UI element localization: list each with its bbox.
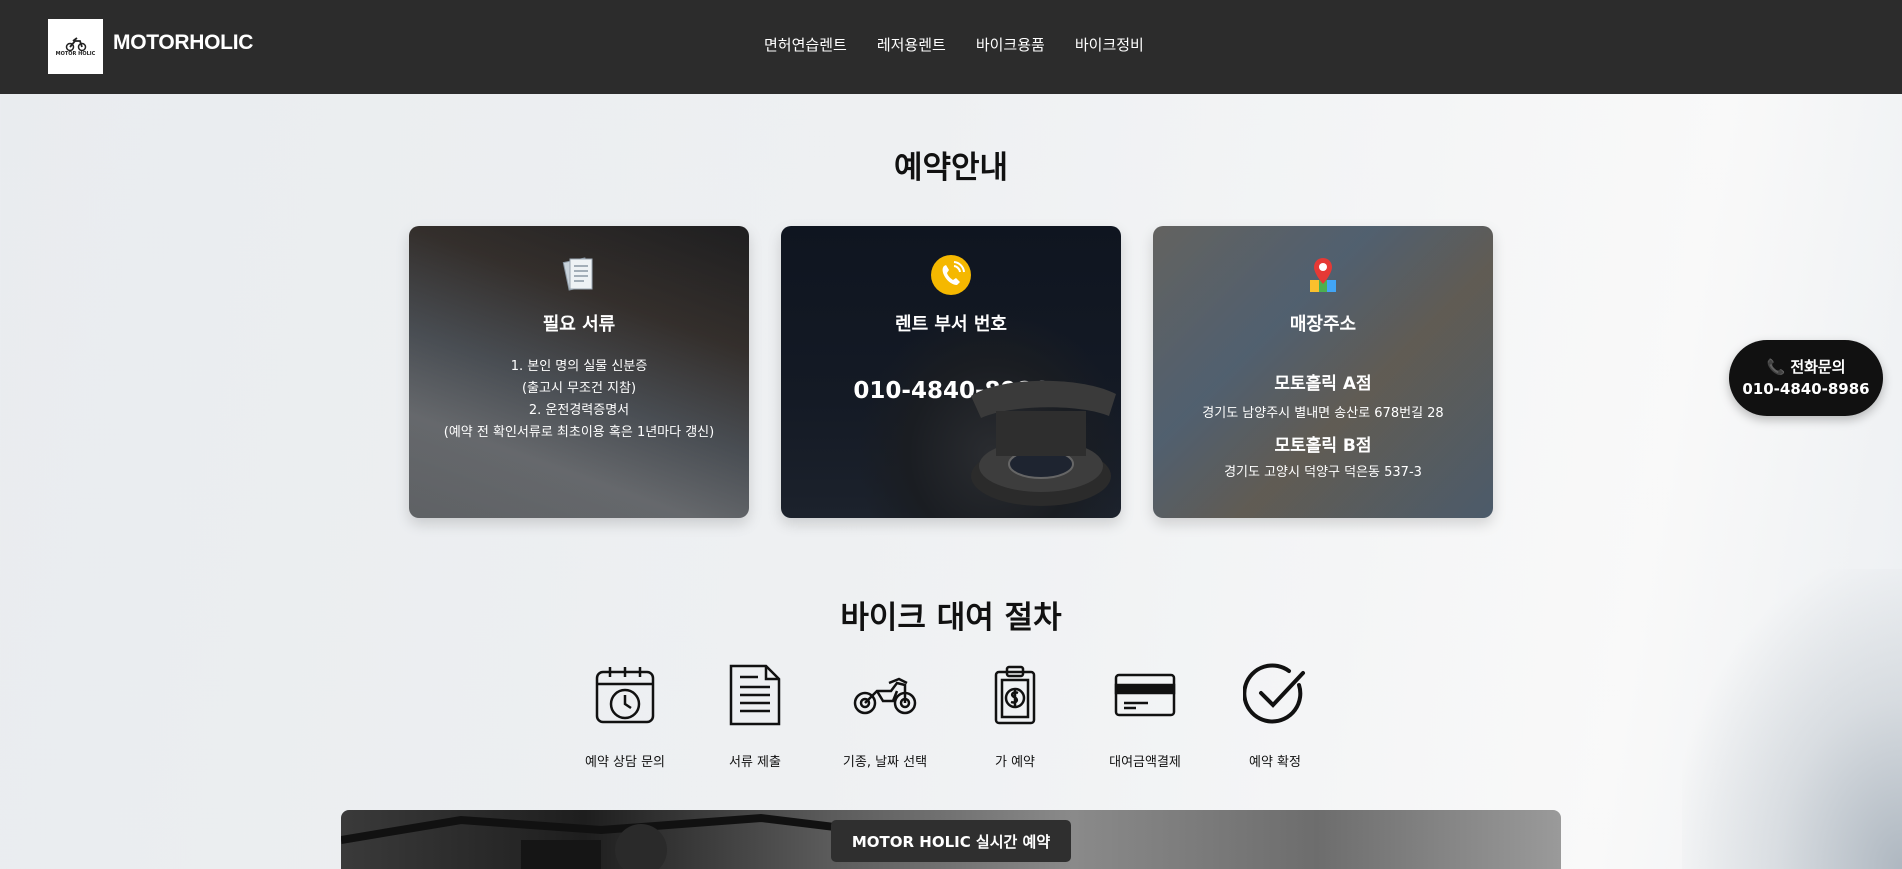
realtime-reservation-banner: MOTOR HOLIC 실시간 예약: [341, 810, 1561, 869]
documents-icon: [409, 254, 749, 296]
procedure-title: 바이크 대여 절차: [840, 600, 1062, 636]
step-label: 가 예약: [994, 755, 1035, 770]
store-b-name: 모토홀릭 B점: [1274, 436, 1372, 456]
procedure-step: 서류 제출: [690, 662, 820, 770]
motorcycle-logo-icon: [65, 37, 86, 52]
step-label: 서류 제출: [729, 755, 781, 770]
motorcycle-icon: [820, 662, 950, 728]
brand-name[interactable]: MOTORHOLIC: [113, 31, 253, 55]
checkmark-icon: [1210, 662, 1340, 728]
store-card-title: 매장주소: [1289, 314, 1357, 335]
calendar-clock-icon: [560, 662, 690, 728]
reservation-title: 예약안내: [893, 150, 1009, 186]
step-label: 대여금액결제: [1109, 755, 1181, 770]
telephone-illustration: [971, 380, 1116, 506]
store-b-address: 경기도 고양시 덕양구 덕은동 537-3: [1224, 465, 1422, 480]
realtime-reservation-button[interactable]: MOTOR HOLIC 실시간 예약: [831, 820, 1071, 862]
nav-item-bike-gear[interactable]: 바이크용품: [976, 34, 1045, 55]
store-a-address: 경기도 남양주시 별내면 송산로 678번길 28: [1202, 406, 1444, 421]
floating-call-label: 📞 전화문의: [1766, 358, 1846, 376]
logo[interactable]: MOTOR HOLIC: [48, 19, 103, 74]
phone-icon: [781, 254, 1121, 296]
floating-call-number: 010-4840-8986: [1742, 380, 1870, 398]
site-header: MOTOR HOLIC MOTORHOLIC 면허연습렌트 레저용렌트 바이크용…: [0, 0, 1902, 94]
nav-item-leisure-rent[interactable]: 레저용렌트: [877, 34, 946, 55]
procedure-step: 기종, 날짜 선택: [820, 662, 950, 770]
documents-list: 1. 본인 명의 실물 신분증 (출고시 무조건 지참) 2. 운전경력증명서 …: [409, 356, 749, 444]
payment-clipboard-icon: [950, 662, 1080, 728]
documents-line: (출고시 무조건 지참): [521, 381, 637, 396]
document-icon: [690, 662, 820, 728]
procedure-step: 예약 확정: [1210, 662, 1340, 770]
procedure-step: 대여금액결제: [1080, 662, 1210, 770]
documents-line: (예약 전 확인서류로 최초이용 혹은 1년마다 갱신): [443, 425, 715, 440]
main-nav: 면허연습렌트 레저용렌트 바이크용품 바이크정비: [764, 34, 1174, 55]
procedure-step: 가 예약: [950, 662, 1080, 770]
step-label: 예약 상담 문의: [584, 755, 666, 770]
step-label: 기종, 날짜 선택: [842, 755, 928, 770]
step-label: 예약 확정: [1249, 755, 1301, 770]
nav-item-bike-repair[interactable]: 바이크정비: [1075, 34, 1144, 55]
documents-card: 필요 서류 1. 본인 명의 실물 신분증 (출고시 무조건 지참) 2. 운전…: [409, 226, 749, 518]
documents-line: 2. 운전경력증명서: [528, 403, 630, 418]
map-pin-icon: [1153, 254, 1493, 296]
credit-card-icon: [1080, 662, 1210, 728]
store-address-card: 매장주소 모토홀릭 A점 경기도 남양주시 별내면 송산로 678번길 28 모…: [1153, 226, 1493, 518]
documents-line: 1. 본인 명의 실물 신분증: [510, 359, 648, 374]
nav-item-license-practice-rent[interactable]: 면허연습렌트: [764, 34, 847, 55]
floating-call-button[interactable]: 📞 전화문의 010-4840-8986: [1729, 340, 1883, 416]
logo-text: MOTOR HOLIC: [55, 51, 96, 57]
procedure-step: 예약 상담 문의: [560, 662, 690, 770]
phone-card: 렌트 부서 번호 010-4840-8986: [781, 226, 1121, 518]
documents-card-title: 필요 서류: [542, 314, 616, 335]
store-a-name: 모토홀릭 A점: [1274, 374, 1372, 394]
